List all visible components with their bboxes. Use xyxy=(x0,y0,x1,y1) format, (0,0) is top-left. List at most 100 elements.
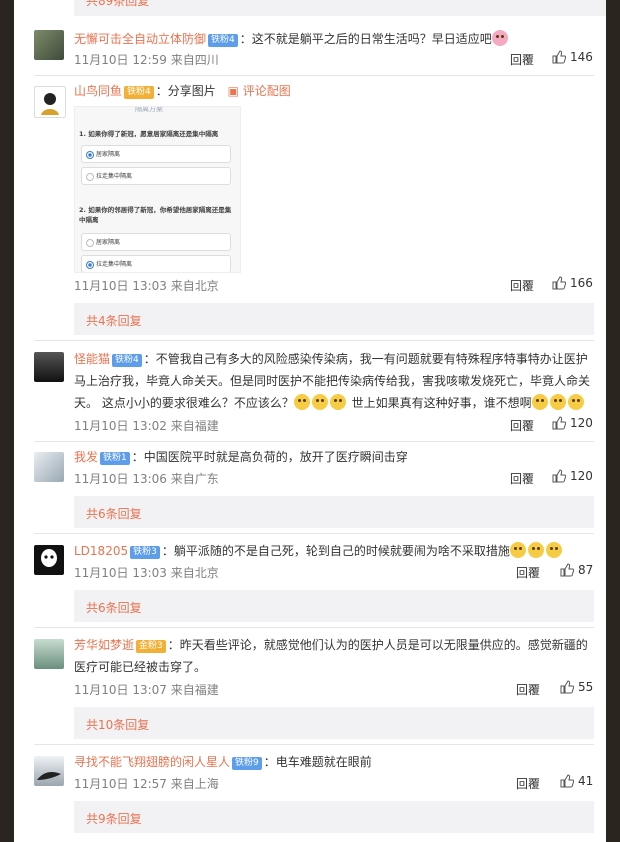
thumbs-up-icon xyxy=(552,469,567,483)
like-count: 166 xyxy=(570,276,593,290)
comment-body: ：电车难题就在眼前 xyxy=(263,755,372,769)
more-replies-link[interactable]: 共6条回复 xyxy=(86,505,142,522)
avatar[interactable] xyxy=(34,756,64,786)
avatar[interactable] xyxy=(34,452,64,482)
username[interactable]: 山鸟同鱼 xyxy=(74,84,122,98)
like-count: 87 xyxy=(578,563,594,577)
image-question: 1. 如果你得了新冠，愿意居家隔离还是集中隔离 xyxy=(79,130,219,138)
username[interactable]: LD18205 xyxy=(74,544,128,558)
more-replies-link[interactable]: 共10条回复 xyxy=(86,716,149,733)
comment-body: ：中国医院平时就是高负荷的，放开了医疗瞬间击穿 xyxy=(131,450,408,464)
thumbs-up-icon xyxy=(552,276,567,290)
more-replies-bar[interactable]: 共10条回复 xyxy=(74,707,594,739)
pig-emoji-icon xyxy=(491,30,508,46)
comment-meta: 11月10日 13:02 来自福建 xyxy=(74,419,219,433)
like-count: 146 xyxy=(570,50,593,64)
comment-body-cont: 世上如果真有这种好事，谁不想啊 xyxy=(351,396,532,410)
reply-button[interactable]: 回覆 xyxy=(510,417,534,434)
divider xyxy=(34,75,594,76)
fan-badge: 铁粉3 xyxy=(130,546,160,559)
divider xyxy=(34,744,594,745)
avatar[interactable] xyxy=(34,545,64,575)
username[interactable]: 我发 xyxy=(74,450,98,464)
comment-text: 寻找不能飞翔翅膀的闲人星人 铁粉9 ：电车难题就在眼前 xyxy=(74,751,594,773)
like-button[interactable]: 166 xyxy=(552,276,593,290)
more-replies-link[interactable]: 共89条回复 xyxy=(86,0,149,9)
more-replies-bar[interactable]: 共4条回复 xyxy=(74,303,594,335)
emoji-icon xyxy=(567,394,584,410)
emoji-icon xyxy=(311,394,328,410)
comment-text: 怪能猫 铁粉4 ：不管我自己有多大的风险感染传染病，我一有问题就要有特殊程序特事特办… xyxy=(74,348,594,414)
username[interactable]: 寻找不能飞翔翅膀的闲人星人 xyxy=(74,755,230,769)
reply-button[interactable]: 回覆 xyxy=(510,470,534,487)
like-button[interactable]: 120 xyxy=(552,416,593,430)
comment-meta: 11月10日 13:03 来自北京 xyxy=(74,279,219,293)
image-option: 居家隔离 xyxy=(81,145,231,163)
more-replies-link[interactable]: 共6条回复 xyxy=(86,599,142,616)
comment-image[interactable]: 隔离方案 1. 如果你得了新冠，愿意居家隔离还是集中隔离 居家隔离 拉走集中隔离… xyxy=(74,106,241,273)
emoji-icon xyxy=(545,542,562,558)
fan-badge: 铁粉4 xyxy=(208,34,238,47)
more-replies-link[interactable]: 共4条回复 xyxy=(86,312,142,329)
emoji-icon xyxy=(509,542,526,558)
username[interactable]: 无懈可击全自动立体防御 xyxy=(74,32,206,46)
more-replies-bar[interactable]: 共9条回复 xyxy=(74,801,594,833)
avatar[interactable] xyxy=(34,639,64,669)
comment-meta: 11月10日 12:59 来自四川 xyxy=(74,53,219,67)
username[interactable]: 怪能猫 xyxy=(74,352,110,366)
thumbs-up-icon xyxy=(560,680,575,694)
fan-badge: 金粉3 xyxy=(136,640,166,653)
comment-body: ：这不就是躺平之后的日常生活吗？早日适应吧 xyxy=(239,32,492,46)
emoji-icon xyxy=(527,542,544,558)
divider xyxy=(34,441,594,442)
image-question: 2. 如果你的邻居得了新冠，你希望他居家隔离还是集中隔离 xyxy=(79,206,232,224)
divider xyxy=(34,627,594,628)
username[interactable]: 芳华如梦逝 xyxy=(74,638,134,652)
thumbs-up-icon xyxy=(560,563,575,577)
comment-body: ：分享图片 xyxy=(155,84,216,98)
emoji-icon xyxy=(329,394,346,410)
comment-meta: 11月10日 13:06 来自广东 xyxy=(74,472,219,486)
reply-button[interactable]: 回覆 xyxy=(510,51,534,68)
fan-badge: 铁粉9 xyxy=(232,757,262,770)
thumbs-up-icon xyxy=(560,774,575,788)
reply-button[interactable]: 回覆 xyxy=(510,277,534,294)
more-replies-bar[interactable]: 共6条回复 xyxy=(74,496,594,528)
image-header: 隔离方案 xyxy=(135,106,163,113)
more-replies-bar[interactable]: 共6条回复 xyxy=(74,590,594,622)
emoji-icon xyxy=(531,394,548,410)
reply-button[interactable]: 回覆 xyxy=(516,564,540,581)
image-option: 居家隔离 xyxy=(81,233,231,251)
thumbs-up-icon xyxy=(552,50,567,64)
like-button[interactable]: 41 xyxy=(560,774,593,788)
reply-button[interactable]: 回覆 xyxy=(516,775,540,792)
comment-text: 我发 铁粉1 ：中国医院平时就是高负荷的，放开了医疗瞬间击穿 xyxy=(74,446,594,468)
emoji-icon xyxy=(293,394,310,410)
avatar[interactable] xyxy=(34,30,64,60)
comment-panel: 共89条回复 无懈可击全自动立体防御 铁粉4 ：这不就是躺平之后的日常生活吗？早日适… xyxy=(14,0,606,842)
avatar[interactable] xyxy=(34,352,64,382)
comment-image-link[interactable]: ▣ 评论配图 xyxy=(228,84,291,98)
comment-meta: 11月10日 12:57 来自上海 xyxy=(74,777,219,791)
like-count: 120 xyxy=(570,416,593,430)
comment-text: 芳华如梦逝 金粉3 ：昨天看些评论，就感觉他们认为的医护人员是可以无限量供应的。感觉… xyxy=(74,634,594,678)
comment-text: 无懈可击全自动立体防御 铁粉4 ：这不就是躺平之后的日常生活吗？早日适应吧 xyxy=(74,28,594,50)
comment-text: 山鸟同鱼 铁粉4 ：分享图片 ▣ 评论配图 xyxy=(74,80,594,102)
like-button[interactable]: 146 xyxy=(552,50,593,64)
more-replies-bar[interactable]: 共89条回复 xyxy=(74,0,606,16)
like-button[interactable]: 87 xyxy=(560,563,593,577)
thumbs-up-icon xyxy=(552,416,567,430)
fan-badge: 铁粉4 xyxy=(124,86,154,99)
like-button[interactable]: 55 xyxy=(560,680,593,694)
comment-meta: 11月10日 13:07 来自福建 xyxy=(74,683,219,697)
image-icon: ▣ xyxy=(227,84,243,98)
comment-text: LD18205 铁粉3 ：躺平派随的不是自己死，轮到自己的时候就要闹为啥不采取措施 xyxy=(74,540,594,562)
reply-button[interactable]: 回覆 xyxy=(516,681,540,698)
like-count: 120 xyxy=(570,469,593,483)
fan-badge: 铁粉1 xyxy=(100,452,130,465)
image-option: 拉走集中隔离 xyxy=(81,167,231,185)
more-replies-link[interactable]: 共9条回复 xyxy=(86,810,142,827)
like-button[interactable]: 120 xyxy=(552,469,593,483)
comment-meta: 11月10日 13:03 来自北京 xyxy=(74,566,219,580)
avatar[interactable] xyxy=(34,86,66,118)
